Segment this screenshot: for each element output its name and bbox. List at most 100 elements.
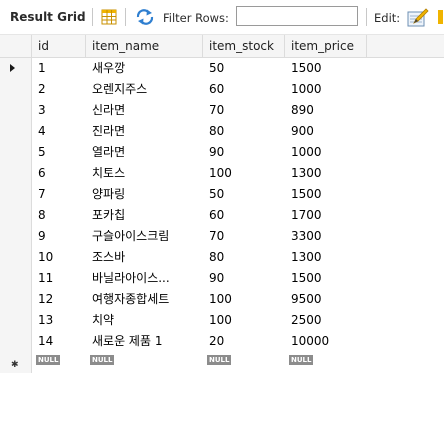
row-selector[interactable] (0, 289, 32, 310)
cell-id[interactable]: 5 (32, 142, 86, 163)
null-badge[interactable]: NULL (289, 355, 314, 365)
cell-id[interactable]: 9 (32, 226, 86, 247)
column-header-item-stock[interactable]: item_stock (203, 35, 285, 57)
cell-item-name[interactable]: 양파링 (86, 184, 203, 205)
cell-item-name[interactable]: 오렌지주스 (86, 79, 203, 100)
column-header-item-price[interactable]: item_price (285, 35, 367, 57)
cell-id[interactable]: 10 (32, 247, 86, 268)
cell-item-stock[interactable]: 80 (203, 121, 285, 142)
cell-item-stock[interactable]: 50 (203, 58, 285, 79)
null-badge[interactable]: NULL (207, 355, 232, 365)
cell-item-name[interactable]: 신라면 (86, 100, 203, 121)
table-row[interactable]: 2 오렌지주스 60 1000 (0, 79, 444, 100)
grid-view-icon[interactable] (101, 9, 117, 25)
table-row[interactable]: 3 신라면 70 890 (0, 100, 444, 121)
table-row[interactable]: 7 양파링 50 1500 (0, 184, 444, 205)
cell-item-price[interactable]: 1500 (285, 184, 367, 205)
row-selector[interactable] (0, 184, 32, 205)
cell-item-name[interactable]: 바닐라아이스... (86, 268, 203, 289)
row-selector[interactable] (0, 226, 32, 247)
row-selector[interactable] (0, 121, 32, 142)
row-selector[interactable] (0, 163, 32, 184)
cell-id[interactable]: 2 (32, 79, 86, 100)
table-row[interactable]: 8 포카칩 60 1700 (0, 205, 444, 226)
cell-item-stock[interactable]: 70 (203, 100, 285, 121)
cell-id[interactable]: 4 (32, 121, 86, 142)
table-row[interactable]: 10 조스바 80 1300 (0, 247, 444, 268)
cell-item-name[interactable]: 치약 (86, 310, 203, 331)
table-row[interactable]: 13 치약 100 2500 (0, 310, 444, 331)
row-selector[interactable] (0, 205, 32, 226)
cell-item-stock[interactable]: 60 (203, 205, 285, 226)
column-header-item-name[interactable]: item_name (86, 35, 203, 57)
cell-id[interactable]: 1 (32, 58, 86, 79)
cell-item-stock[interactable]: 70 (203, 226, 285, 247)
table-row[interactable]: 12 여행자종합세트 100 9500 (0, 289, 444, 310)
cell-item-name[interactable]: 구슬아이스크림 (86, 226, 203, 247)
cell-item-name[interactable]: 새우깡 (86, 58, 203, 79)
row-selector-header[interactable] (0, 35, 32, 57)
filter-rows-input[interactable] (236, 6, 358, 26)
cell-item-price[interactable]: 1300 (285, 163, 367, 184)
cell-item-price[interactable]: 1300 (285, 247, 367, 268)
cell-item-price[interactable]: 1500 (285, 268, 367, 289)
cell-item-price[interactable]: 9500 (285, 289, 367, 310)
row-selector[interactable] (0, 58, 32, 79)
cell-item-stock[interactable]: 100 (203, 310, 285, 331)
cell-item-name[interactable]: 포카칩 (86, 205, 203, 226)
cell-item-price[interactable]: 1000 (285, 142, 367, 163)
cell-id[interactable]: 7 (32, 184, 86, 205)
cell-item-stock[interactable]: 90 (203, 142, 285, 163)
new-row-selector[interactable]: ✱ (0, 352, 32, 373)
cell-id[interactable]: 3 (32, 100, 86, 121)
row-selector[interactable] (0, 268, 32, 289)
cell-id[interactable]: 11 (32, 268, 86, 289)
cell-id[interactable]: 13 (32, 310, 86, 331)
cell-item-name[interactable]: 진라면 (86, 121, 203, 142)
cell-item-stock[interactable]: 60 (203, 79, 285, 100)
cell-item-stock[interactable]: 20 (203, 331, 285, 352)
row-selector[interactable] (0, 310, 32, 331)
table-row[interactable]: 5 열라면 90 1000 (0, 142, 444, 163)
result-grid-label[interactable]: Result Grid (10, 10, 86, 24)
table-row[interactable]: 6 치토스 100 1300 (0, 163, 444, 184)
cell-item-name[interactable]: 새로운 제품 1 (86, 331, 203, 352)
new-row[interactable]: ✱ NULL NULL NULL NULL (0, 352, 444, 373)
cell-item-name[interactable]: 치토스 (86, 163, 203, 184)
cell-item-stock[interactable]: 100 (203, 163, 285, 184)
row-selector[interactable] (0, 100, 32, 121)
row-selector[interactable] (0, 142, 32, 163)
edit-pencil-icon[interactable] (406, 6, 430, 28)
cell-item-stock[interactable]: 100 (203, 289, 285, 310)
cell-item-stock[interactable]: 90 (203, 268, 285, 289)
cell-item-price[interactable]: 1000 (285, 79, 367, 100)
cell-id[interactable]: 8 (32, 205, 86, 226)
cell-item-stock[interactable]: 80 (203, 247, 285, 268)
cell-id[interactable]: 12 (32, 289, 86, 310)
null-badge[interactable]: NULL (36, 355, 61, 365)
null-badge[interactable]: NULL (90, 355, 115, 365)
table-row[interactable]: 4 진라면 80 900 (0, 121, 444, 142)
table-row[interactable]: 1 새우깡 50 1500 (0, 58, 444, 79)
cell-item-name[interactable]: 여행자종합세트 (86, 289, 203, 310)
cell-item-name[interactable]: 조스바 (86, 247, 203, 268)
more-toolbar-icon[interactable] (437, 8, 444, 26)
column-header-id[interactable]: id (32, 35, 86, 57)
cell-item-price[interactable]: 3300 (285, 226, 367, 247)
row-selector[interactable] (0, 331, 32, 352)
refresh-icon[interactable] (135, 8, 155, 26)
cell-item-price[interactable]: 1700 (285, 205, 367, 226)
cell-item-price[interactable]: 10000 (285, 331, 367, 352)
cell-item-name[interactable]: 열라면 (86, 142, 203, 163)
cell-item-price[interactable]: 900 (285, 121, 367, 142)
cell-item-price[interactable]: 890 (285, 100, 367, 121)
cell-item-price[interactable]: 1500 (285, 58, 367, 79)
table-row[interactable]: 11 바닐라아이스... 90 1500 (0, 268, 444, 289)
row-selector[interactable] (0, 79, 32, 100)
cell-item-stock[interactable]: 50 (203, 184, 285, 205)
cell-item-price[interactable]: 2500 (285, 310, 367, 331)
table-row[interactable]: 14 새로운 제품 1 20 10000 (0, 331, 444, 352)
cell-id[interactable]: 6 (32, 163, 86, 184)
table-row[interactable]: 9 구슬아이스크림 70 3300 (0, 226, 444, 247)
row-selector[interactable] (0, 247, 32, 268)
